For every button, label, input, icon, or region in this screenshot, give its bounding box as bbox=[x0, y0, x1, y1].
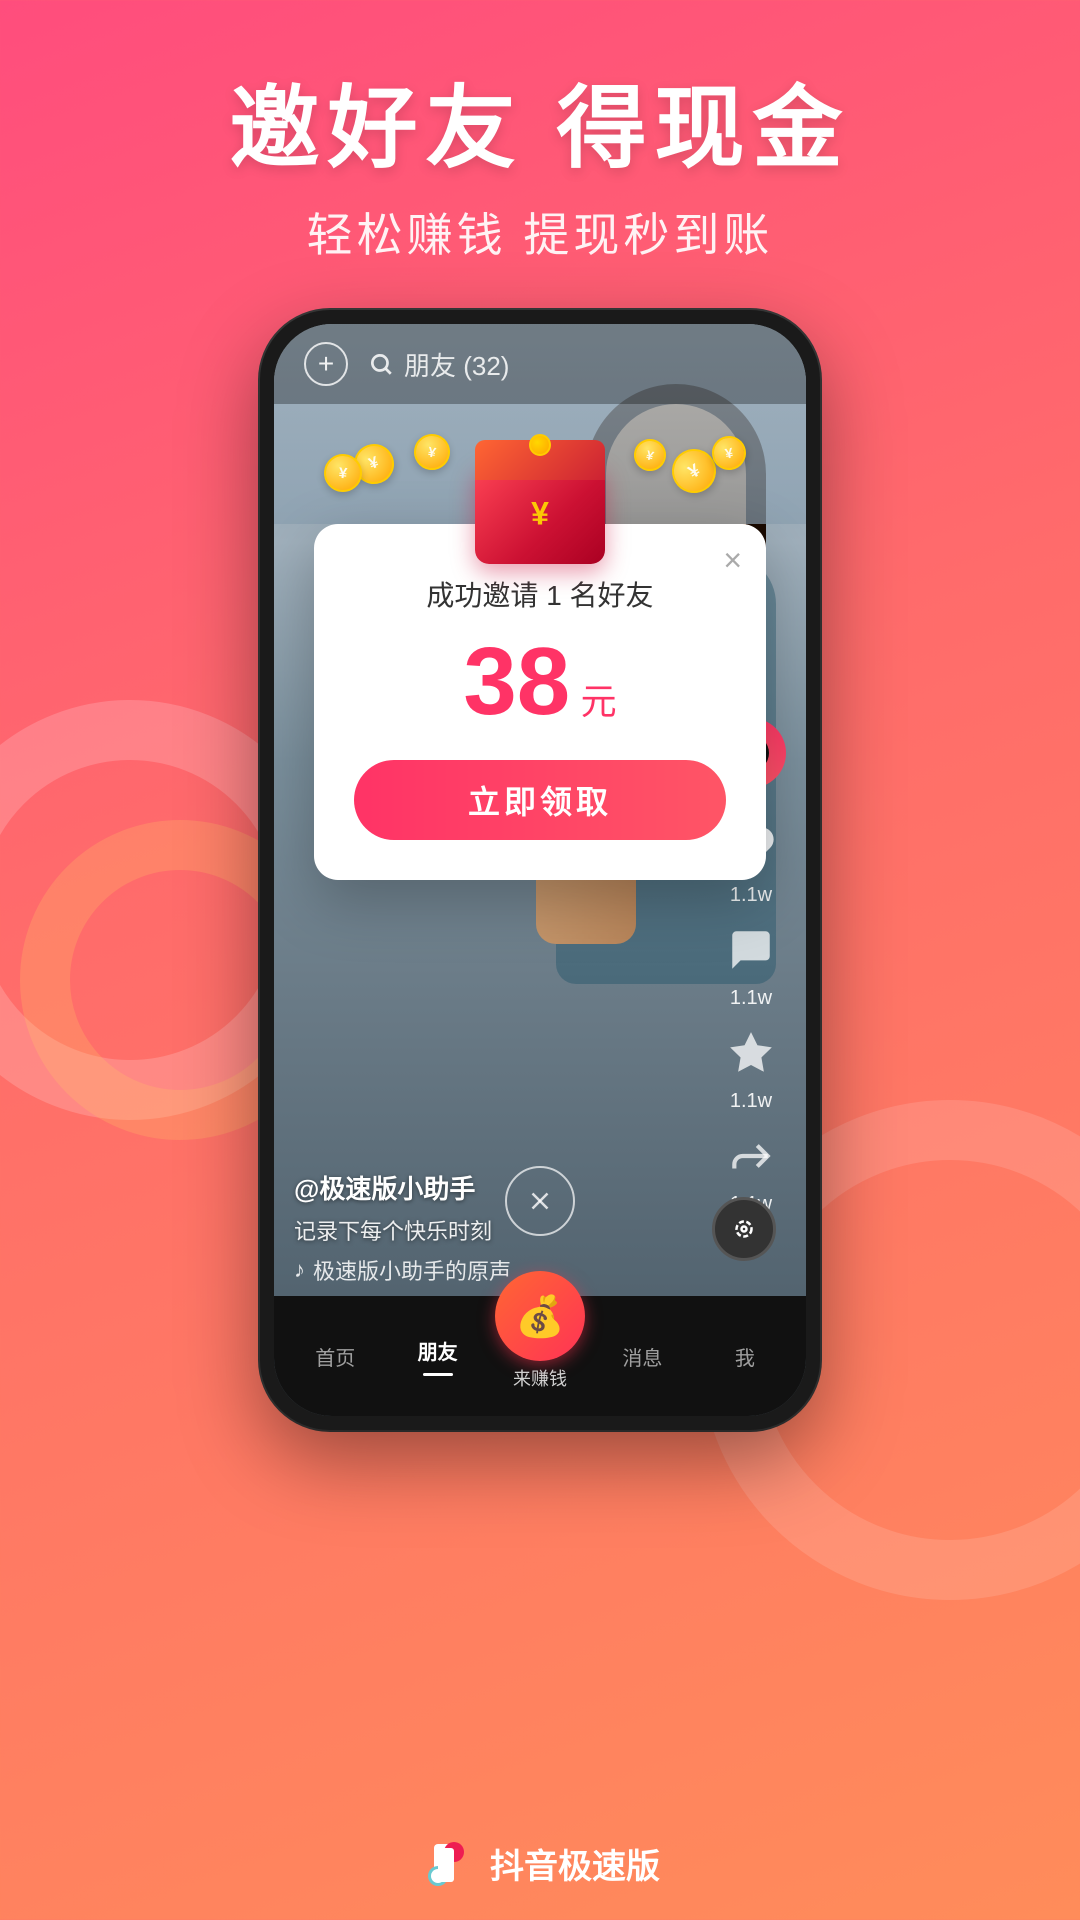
nav-active-indicator bbox=[423, 1373, 453, 1376]
music-note-icon: ♪ bbox=[294, 1257, 305, 1283]
add-friend-button[interactable]: + bbox=[304, 342, 348, 386]
tiktok-logo bbox=[420, 1836, 474, 1890]
modal-title: 成功邀请 1 名好友 bbox=[354, 574, 726, 614]
search-bar[interactable]: 朋友 (32) bbox=[368, 346, 509, 383]
star-icon bbox=[718, 1020, 784, 1086]
nav-messages[interactable]: 消息 bbox=[591, 1342, 693, 1371]
nav-home[interactable]: 首页 bbox=[284, 1342, 386, 1371]
comment-count: 1.1w bbox=[730, 987, 772, 1010]
earn-bag-icon: 💰 bbox=[495, 1271, 585, 1361]
reward-modal: × 成功邀请 1 名好友 38 元 立即领取 bbox=[314, 524, 766, 880]
nav-earn[interactable]: 💰 来赚钱 bbox=[489, 1321, 591, 1391]
nav-messages-label: 消息 bbox=[622, 1342, 662, 1371]
video-info-section: @极速版小助手 记录下每个快乐时刻 ♪ 极速版小助手的原声 bbox=[294, 1169, 686, 1286]
phone-mockup: + 朋友 (32) bbox=[260, 310, 820, 1430]
nav-earn-label: 来赚钱 bbox=[513, 1365, 567, 1391]
phone-screen: + 朋友 (32) bbox=[274, 324, 806, 1416]
reward-amount: 38 bbox=[463, 628, 570, 735]
share-icon bbox=[718, 1123, 784, 1189]
app-name: 抖音极速版 bbox=[490, 1839, 660, 1888]
video-description: 记录下每个快乐时刻 bbox=[294, 1214, 686, 1246]
phone-outer-shell: + 朋友 (32) bbox=[260, 310, 820, 1430]
app-branding: 抖音极速版 bbox=[420, 1836, 660, 1890]
video-music: ♪ 极速版小助手的原声 bbox=[294, 1254, 686, 1286]
nav-profile[interactable]: 我 bbox=[694, 1342, 796, 1371]
phone-top-bar: + 朋友 (32) bbox=[274, 324, 806, 404]
reward-amount-row: 38 元 bbox=[354, 634, 726, 730]
music-icon bbox=[729, 1214, 759, 1244]
earn-container: 💰 来赚钱 bbox=[495, 1271, 585, 1391]
bottom-navigation: 首页 朋友 💰 来赚钱 bbox=[274, 1296, 806, 1416]
phone-screen-container: + 朋友 (32) bbox=[274, 324, 806, 1416]
video-author: @极速版小助手 bbox=[294, 1169, 686, 1206]
nav-profile-label: 我 bbox=[735, 1342, 755, 1371]
music-disc[interactable] bbox=[712, 1197, 776, 1261]
comment-icon bbox=[718, 917, 784, 983]
search-label: 朋友 (32) bbox=[404, 346, 509, 383]
modal-close-button[interactable]: × bbox=[723, 544, 742, 576]
header-subtitle: 轻松赚钱 提现秒到账 bbox=[0, 199, 1080, 265]
header-section: 邀好友 得现金 轻松赚钱 提现秒到账 bbox=[0, 0, 1080, 265]
search-icon bbox=[368, 351, 394, 377]
collect-button[interactable]: 1.1w bbox=[718, 1020, 784, 1113]
collect-count: 1.1w bbox=[730, 1090, 772, 1113]
nav-home-label: 首页 bbox=[315, 1342, 355, 1371]
like-count: 1.1w bbox=[730, 884, 772, 907]
tiktok-logo-svg bbox=[420, 1836, 474, 1890]
nav-friends[interactable]: 朋友 bbox=[386, 1336, 488, 1376]
music-name: 极速版小助手的原声 bbox=[313, 1254, 511, 1286]
header-title: 邀好友 得现金 bbox=[0, 80, 1080, 179]
claim-reward-button[interactable]: 立即领取 bbox=[354, 760, 726, 840]
reward-unit: 元 bbox=[581, 681, 617, 722]
comment-button[interactable]: 1.1w bbox=[718, 917, 784, 1010]
nav-friends-label: 朋友 bbox=[418, 1336, 458, 1365]
